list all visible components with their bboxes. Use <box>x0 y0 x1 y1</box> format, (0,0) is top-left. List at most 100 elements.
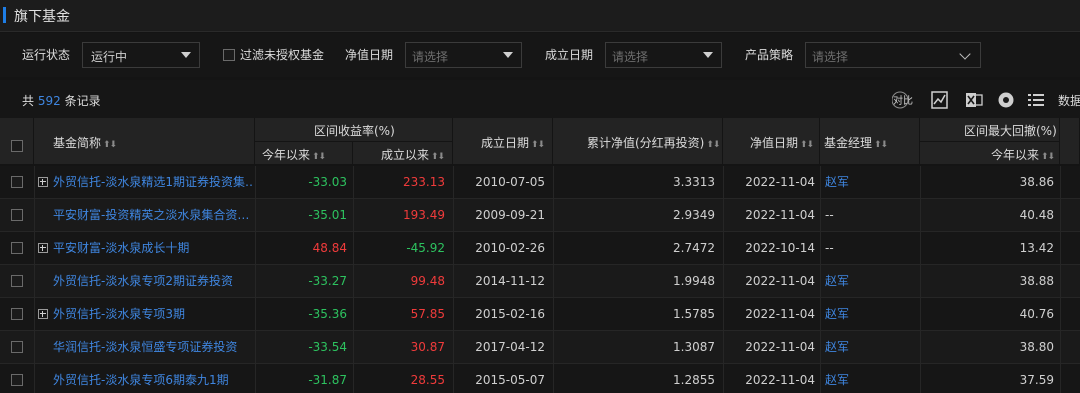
header-max-drawdown-group: 区间最大回撤(%) <box>920 118 1060 142</box>
column-separator <box>1060 232 1061 265</box>
inception-date-select[interactable]: 请选择 <box>605 42 722 68</box>
column-separator <box>1060 199 1061 232</box>
header-fund-name-label: 基金简称 <box>53 136 102 150</box>
row-checkbox[interactable] <box>11 341 23 353</box>
status-select-value: 运行中 <box>91 50 128 64</box>
record-count: 共 592 条记录 <box>22 92 101 109</box>
nav-date-label: 净值日期 <box>345 48 394 62</box>
ytd-return-value: -33.03 <box>308 175 347 189</box>
column-separator <box>820 364 821 393</box>
column-separator <box>34 364 35 393</box>
caret-down-icon <box>503 52 513 58</box>
since-inception-return-value: 57.85 <box>410 307 445 321</box>
header-ytd-label: 今年以来 <box>262 148 311 162</box>
header-nav-date[interactable]: 净值日期 ⬆⬇ <box>723 118 820 165</box>
fund-manager-value[interactable]: 赵军 <box>825 265 915 298</box>
cumulative-nav-value: 3.3313 <box>673 175 715 189</box>
nav-date-value: 2022-11-04 <box>745 340 815 354</box>
header-interval-return-label: 区间收益率(%) <box>314 124 395 138</box>
header-fund-manager-label: 基金经理 <box>824 136 873 150</box>
header-cumulative-nav[interactable]: 累计净值(分红再投资) ⬆⬇ <box>553 118 723 165</box>
fund-name-link[interactable]: 外贸信托-淡水泉专项3期 <box>53 298 253 331</box>
fund-manager-value[interactable]: 赵军 <box>825 298 915 331</box>
table-row[interactable]: 平安财富-淡水泉成长十期 48.84 -45.92 2010-02-26 2.7472 2… <box>0 232 1080 265</box>
settings-gear-icon[interactable] <box>996 90 1016 110</box>
max-drawdown-value: 13.42 <box>1019 241 1054 255</box>
fund-name-link[interactable]: 外贸信托-淡水泉专项6期泰九1期 <box>53 364 253 393</box>
table-row[interactable]: 华润信托-淡水泉恒盛专项证券投资 -33.54 30.87 2017-04-12 1.3… <box>0 331 1080 364</box>
row-checkbox[interactable] <box>11 374 23 386</box>
filter-unauthorized-checkbox[interactable] <box>223 49 235 61</box>
sort-icon: ⬆⬇ <box>431 152 445 162</box>
sort-icon: ⬆⬇ <box>103 140 117 150</box>
fund-name-link[interactable]: 平安财富-投资精英之淡水泉集合资… <box>53 199 253 232</box>
row-checkbox[interactable] <box>11 209 23 221</box>
table-row[interactable]: 外贸信托-淡水泉专项3期 -35.36 57.85 2015-02-16 1.5785 2… <box>0 298 1080 331</box>
row-checkbox[interactable] <box>11 275 23 287</box>
cumulative-nav-value: 1.5785 <box>673 307 715 321</box>
section-accent-bar <box>3 7 6 23</box>
strategy-placeholder: 请选择 <box>812 50 849 64</box>
compare-icon-text: 对比 <box>893 94 913 107</box>
sort-icon: ⬆⬇ <box>531 140 545 150</box>
column-separator <box>1060 265 1061 298</box>
expand-plus-icon[interactable] <box>38 243 48 253</box>
inception-date-value: 2010-07-05 <box>475 175 545 189</box>
excel-export-icon[interactable] <box>964 90 984 110</box>
expand-plus-icon[interactable] <box>38 309 48 319</box>
table-row[interactable]: 外贸信托-淡水泉精选1期证券投资集… -33.03 233.13 2010-07-05… <box>0 166 1080 199</box>
section-title: 旗下基金 <box>14 9 70 25</box>
column-separator <box>34 166 35 199</box>
nav-date-select[interactable]: 请选择 <box>405 42 522 68</box>
nav-date-value: 2022-11-04 <box>745 274 815 288</box>
table-row[interactable]: 平安财富-投资精英之淡水泉集合资… -35.01 193.49 2009-09-21 2… <box>0 199 1080 232</box>
compare-icon[interactable]: 对比 <box>892 90 916 110</box>
max-drawdown-value: 38.80 <box>1019 340 1054 354</box>
row-checkbox[interactable] <box>11 308 23 320</box>
chart-export-icon[interactable] <box>930 90 950 110</box>
fund-name-link[interactable]: 外贸信托-淡水泉精选1期证券投资集… <box>53 166 253 199</box>
list-view-icon[interactable] <box>1026 90 1046 110</box>
strategy-select[interactable]: 请选择 <box>805 42 981 68</box>
fund-name-link[interactable]: 外贸信托-淡水泉专项2期证券投资 <box>53 265 253 298</box>
filter-bar: 运行状态 运行中 过滤未授权基金 净值日期 请选择 成立日期 请选择 产品策略 … <box>0 33 1080 77</box>
fund-manager-value[interactable]: 赵军 <box>825 331 915 364</box>
table-row[interactable]: 外贸信托-淡水泉专项6期泰九1期 -31.87 28.55 2015-05-07 1.2… <box>0 364 1080 393</box>
sort-icon: ⬆⬇ <box>312 152 326 162</box>
caret-down-icon <box>181 52 191 58</box>
max-drawdown-value: 40.76 <box>1019 307 1054 321</box>
header-fund-manager[interactable]: 基金经理 ⬆⬇ <box>820 118 920 165</box>
table-row[interactable]: 外贸信托-淡水泉专项2期证券投资 -33.27 99.48 2014-11-12 1.9… <box>0 265 1080 298</box>
nav-date-value: 2022-11-04 <box>745 208 815 222</box>
strategy-label: 产品策略 <box>745 48 794 62</box>
nav-date-value: 2022-10-14 <box>745 241 815 255</box>
status-select[interactable]: 运行中 <box>82 42 200 68</box>
header-ytd-return[interactable]: 今年以来 ⬆⬇ <box>255 142 353 165</box>
select-all-checkbox[interactable] <box>11 140 23 152</box>
row-checkbox[interactable] <box>11 242 23 254</box>
fund-name-link[interactable]: 平安财富-淡水泉成长十期 <box>53 232 253 265</box>
header-nav-date-label: 净值日期 <box>750 136 799 150</box>
ytd-return-value: 48.84 <box>312 241 347 255</box>
header-since-inception-return[interactable]: 成立以来 ⬆⬇ <box>353 142 453 165</box>
cumulative-nav-value: 2.7472 <box>673 241 715 255</box>
data-menu-label[interactable]: 数据 <box>1058 92 1080 109</box>
header-inception-date[interactable]: 成立日期 ⬆⬇ <box>453 118 553 165</box>
row-checkbox[interactable] <box>11 176 23 188</box>
fund-manager-value[interactable]: 赵军 <box>825 166 915 199</box>
sort-icon: ⬆⬇ <box>800 140 814 150</box>
header-select-all-cell <box>0 118 34 165</box>
since-inception-return-value: 193.49 <box>403 208 445 222</box>
fund-manager-value[interactable]: 赵军 <box>825 364 915 393</box>
ytd-return-value: -31.87 <box>308 373 347 387</box>
column-separator <box>34 298 35 331</box>
column-separator <box>1060 166 1061 199</box>
header-drawdown-ytd[interactable]: 今年以来 ⬆⬇ <box>920 142 1060 165</box>
expand-plus-icon[interactable] <box>38 177 48 187</box>
nav-date-value: 2022-11-04 <box>745 373 815 387</box>
fund-name-link[interactable]: 华润信托-淡水泉恒盛专项证券投资 <box>53 331 253 364</box>
inception-date-value: 2015-02-16 <box>475 307 545 321</box>
column-separator <box>1060 331 1061 364</box>
header-fund-name[interactable]: 基金简称 ⬆⬇ <box>34 118 255 165</box>
filter-unauthorized-label[interactable]: 过滤未授权基金 <box>240 46 324 63</box>
